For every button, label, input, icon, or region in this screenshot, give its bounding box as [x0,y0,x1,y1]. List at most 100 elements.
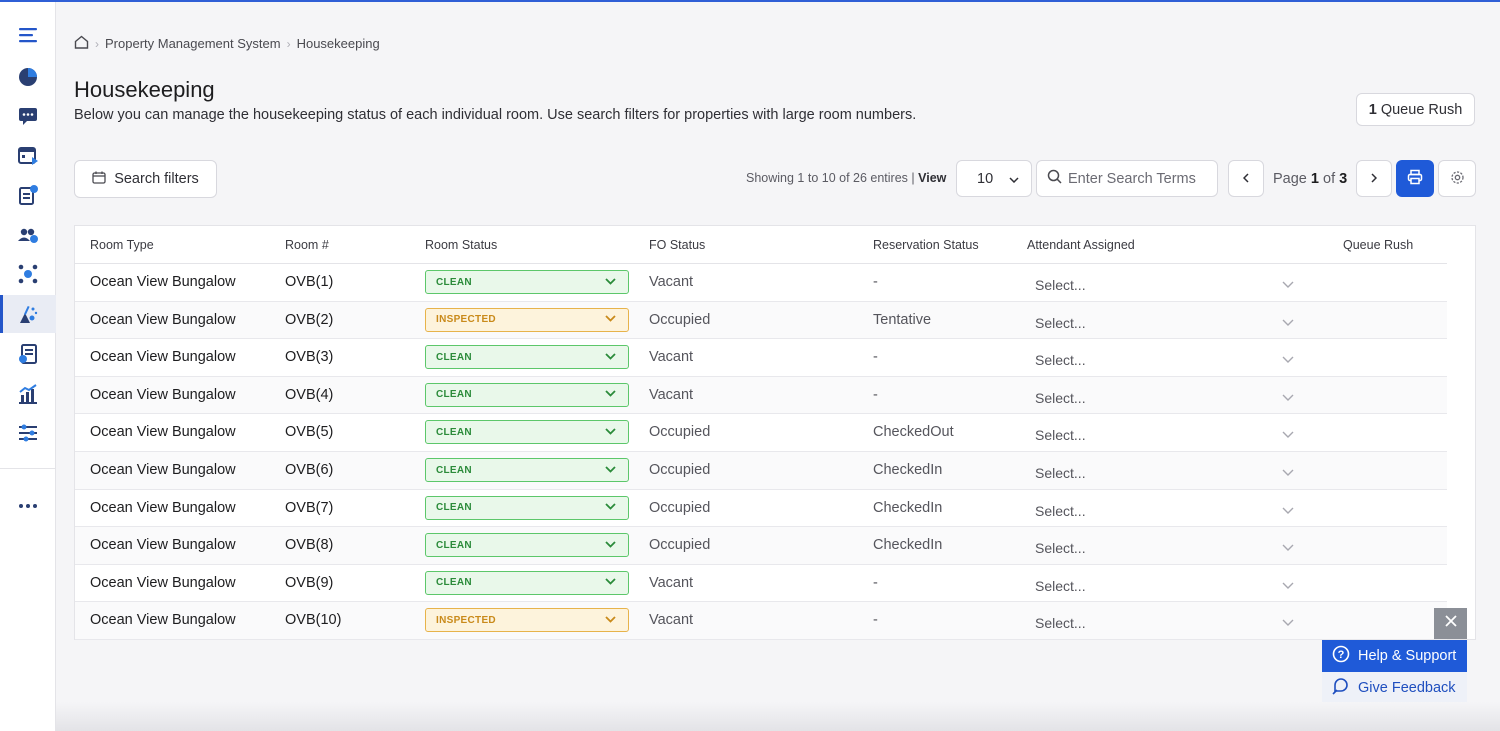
chevron-down-icon [605,314,616,325]
chevron-down-icon[interactable] [1282,351,1294,367]
attendant-select[interactable]: Select... [1035,427,1086,443]
room-type-cell: Ocean View Bungalow [90,462,236,478]
room-number-cell: OVB(9) [285,574,334,591]
chevron-down-icon[interactable] [1282,314,1294,330]
chevron-down-icon[interactable] [1282,502,1294,518]
network-icon[interactable] [0,255,56,293]
table-row: Ocean View Bungalow OVB(6) CLEAN Occupied Ch… [75,452,1447,490]
room-status-select[interactable]: CLEAN [425,458,629,482]
room-status-value: INSPECTED [436,614,496,626]
room-type-cell: Ocean View Bungalow [90,537,236,554]
search-box [1036,160,1218,197]
housekeeping-icon[interactable] [0,295,56,333]
more-icon[interactable] [0,487,56,525]
reservation-status-cell: CheckedIn [873,462,943,478]
previous-page-button[interactable] [1228,160,1264,197]
page-size-select[interactable]: 10 [956,160,1032,197]
attendant-select[interactable]: Select... [1035,615,1086,631]
room-status-select[interactable]: CLEAN [425,382,629,407]
search-input[interactable] [1068,170,1208,187]
room-number-cell: OVB(10) [285,612,342,629]
chevron-down-icon[interactable] [1282,464,1294,480]
attendant-select[interactable]: Select... [1035,277,1086,293]
chevron-down-icon[interactable] [1282,276,1294,292]
attendant-select[interactable]: Select... [1035,390,1086,406]
attendant-select[interactable]: Select... [1035,465,1086,481]
calendar-icon[interactable] [0,136,56,174]
close-help-button[interactable] [1434,608,1467,639]
fo-status-cell: Vacant [649,274,694,290]
sidebar [0,2,56,731]
chevron-down-icon[interactable] [1282,389,1294,405]
attendant-select[interactable]: Select... [1035,315,1086,331]
settings-sliders-icon[interactable] [0,414,56,452]
home-icon[interactable] [74,35,89,52]
chevron-down-icon[interactable] [1282,539,1294,555]
reservation-status-cell: - [873,274,878,290]
attendant-select[interactable]: Select... [1035,503,1086,519]
room-status-select[interactable]: CLEAN [425,495,629,520]
fo-status-cell: Occupied [649,462,711,478]
room-type-cell: Ocean View Bungalow [90,311,236,328]
page-indicator: Page 1 of 3 [1273,171,1347,187]
col-attendant-assigned[interactable]: Attendant Assigned [1027,238,1135,252]
search-filters-label: Search filters [114,171,199,187]
reservation-status-cell: CheckedIn [873,537,943,554]
calendar-filter-icon [92,171,106,188]
chevron-down-icon [605,540,616,551]
search-filters-button[interactable]: Search filters [74,160,217,198]
attendant-select[interactable]: Select... [1035,578,1086,594]
room-status-select[interactable]: CLEAN [425,570,629,595]
next-page-button[interactable] [1356,160,1392,197]
guests-icon[interactable] [0,216,56,254]
print-button[interactable] [1396,160,1434,197]
help-support-button[interactable]: ? Help & Support [1322,640,1467,672]
room-status-value: CLEAN [436,539,472,551]
room-status-value: CLEAN [436,276,472,288]
room-status-select[interactable]: CLEAN [425,345,629,370]
col-room-number[interactable]: Room # [285,238,329,252]
give-feedback-button[interactable]: Give Feedback [1322,672,1467,704]
col-room-type[interactable]: Room Type [90,238,154,252]
table-row: Ocean View Bungalow OVB(4) CLEAN Vacant - Sel… [75,376,1447,415]
table-settings-button[interactable] [1438,160,1476,197]
col-fo-status[interactable]: FO Status [649,238,705,252]
chevron-down-icon[interactable] [1282,577,1294,593]
room-status-select[interactable]: CLEAN [425,420,629,445]
reservation-status-cell: CheckedIn [873,499,943,516]
gear-icon [1450,170,1465,188]
attendant-select[interactable]: Select... [1035,540,1086,556]
room-status-select[interactable]: CLEAN [425,533,629,558]
fo-status-cell: Vacant [649,349,694,366]
room-status-select[interactable]: CLEAN [425,270,629,294]
clipboard-check-icon[interactable] [0,176,56,214]
close-icon [1444,614,1458,633]
reports-icon[interactable] [0,375,56,413]
room-number-cell: OVB(1) [285,274,334,290]
invoice-icon[interactable] [0,335,56,373]
table-row: Ocean View Bungalow OVB(7) CLEAN Occupied Ch… [75,490,1447,528]
menu-icon[interactable] [0,16,56,54]
col-room-status[interactable]: Room Status [425,238,497,252]
chevron-down-icon[interactable] [1282,426,1294,442]
attendant-select[interactable]: Select... [1035,352,1086,368]
queue-rush-button[interactable]: 1 Queue Rush [1356,93,1475,126]
room-number-cell: OVB(7) [285,499,334,516]
pie-chart-icon[interactable] [0,58,56,96]
room-status-value: CLEAN [436,577,472,589]
room-status-select[interactable]: INSPECTED [425,307,629,332]
chat-icon[interactable] [0,97,56,135]
chevron-down-icon[interactable] [1282,614,1294,630]
chevron-down-icon [605,352,616,363]
col-reservation-status[interactable]: Reservation Status [873,238,979,252]
page-current: 1 [1310,171,1319,187]
chevron-down-icon [605,277,616,288]
queue-rush-count: 1 [1368,101,1377,118]
room-type-cell: Ocean View Bungalow [90,574,236,591]
page-description: Below you can manage the housekeeping st… [74,107,917,123]
entries-summary: Showing 1 to 10 of 26 entires | View [746,171,947,185]
reservation-status-cell: CheckedOut [873,424,954,441]
col-queue-rush[interactable]: Queue Rush [1343,238,1413,252]
room-status-select[interactable]: INSPECTED [425,608,629,633]
breadcrumb-item-pms[interactable]: Property Management System [105,36,281,51]
